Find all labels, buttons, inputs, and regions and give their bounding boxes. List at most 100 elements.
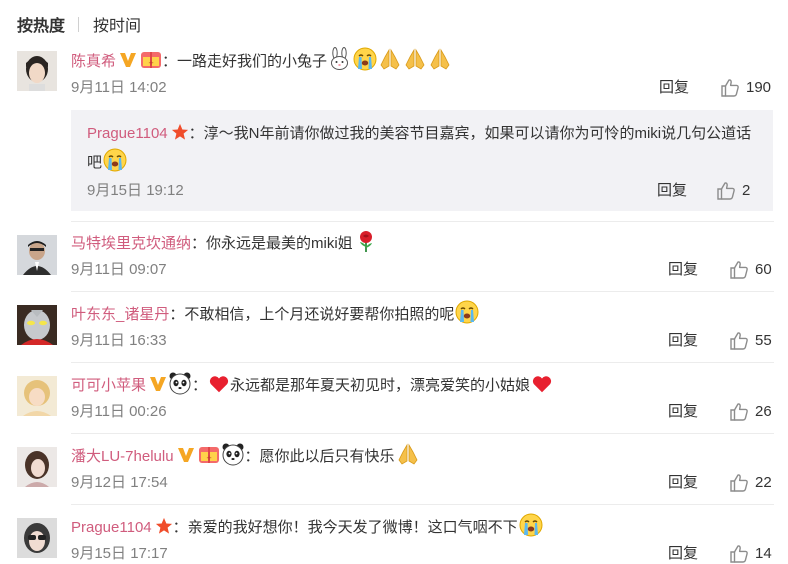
- comment-username[interactable]: 马特埃里克坎通纳: [71, 235, 191, 252]
- like-count: 190: [746, 79, 772, 96]
- gift-badge-icon[interactable]: [140, 49, 162, 69]
- comment-username[interactable]: 潘大LU-7helulu: [71, 448, 174, 465]
- comment-meta: 9月15日 17:17 回复 14: [71, 544, 774, 564]
- thumbs-up-icon: [729, 260, 749, 280]
- tab-sort-by-time[interactable]: 按时间: [93, 12, 141, 36]
- crying-face-emoji: [353, 47, 377, 71]
- sub-reply-text-line: Prague1104 ：淳～我N年前请你做过我的美容节目嘉宾，如果可以请你为可怜的…: [87, 120, 753, 177]
- like-count: 22: [755, 474, 772, 491]
- comment-text: 永远都是那年夏天初见时，漂亮爱笑的小姑娘: [230, 377, 531, 394]
- vip-v-icon[interactable]: [177, 446, 195, 464]
- thumbs-up-icon: [716, 181, 736, 201]
- like-button[interactable]: 26: [729, 402, 772, 422]
- comment-text: ：你永远是最美的miki姐: [191, 235, 353, 252]
- reply-button[interactable]: 回复: [657, 181, 687, 201]
- comment-meta: 9月11日 14:02 回复 190: [71, 78, 774, 98]
- avatar[interactable]: [17, 305, 57, 345]
- reply-button[interactable]: 回复: [668, 402, 698, 422]
- reply-button[interactable]: 回复: [668, 473, 698, 493]
- avatar[interactable]: [17, 447, 57, 487]
- reply-button[interactable]: 回复: [668, 544, 698, 564]
- comment-meta: 9月12日 17:54 回复 22: [71, 473, 774, 493]
- like-count: 2: [742, 182, 751, 199]
- sub-reply-time: 9月15日 19:12: [87, 182, 184, 199]
- comment-time: 9月11日 14:02: [71, 79, 167, 96]
- star-badge-icon[interactable]: [155, 517, 173, 535]
- rose-emoji: [354, 229, 378, 253]
- reply-button[interactable]: 回复: [668, 260, 698, 280]
- comment-meta: 9月11日 09:07 回复 60: [71, 260, 774, 280]
- comment-item: 叶东东_诸星丹：不敢相信，上个月还说好要帮你拍照的呢 9月11日 16:33 回…: [0, 300, 788, 360]
- avatar[interactable]: [17, 51, 57, 91]
- pray-hands-emoji: [396, 442, 420, 466]
- sub-reply-username[interactable]: Prague1104: [87, 125, 168, 142]
- panda-emoji: [168, 371, 192, 395]
- comment-item: 马特埃里克坎通纳：你永远是最美的miki姐 9月11日 09:07 回复 60: [0, 229, 788, 289]
- comment-text: ：一路走好我们的小兔子: [162, 53, 328, 70]
- comment-time: 9月15日 17:17: [71, 545, 168, 562]
- comment-username[interactable]: 叶东东_诸星丹: [71, 306, 169, 323]
- comment-item: 陈真希 ：一路走好我们的小兔子 9月11日 14:02 回复 190: [0, 47, 788, 111]
- comment-text-line: 叶东东_诸星丹：不敢相信，上个月还说好要帮你拍照的呢: [71, 300, 774, 326]
- thumbs-up-icon: [729, 331, 749, 351]
- comment-divider: [71, 504, 774, 505]
- sub-reply-meta: 9月15日 19:12 回复 2: [87, 181, 757, 201]
- avatar[interactable]: [17, 235, 57, 275]
- crying-face-emoji: [519, 513, 543, 537]
- comment-username[interactable]: 可可小苹果: [71, 377, 146, 394]
- tab-sort-by-hot[interactable]: 按热度: [17, 12, 65, 36]
- comment-text-line: 可可小苹果 ： 永远都是那年夏天初见时，漂亮爱笑的小姑娘: [71, 371, 774, 397]
- like-button[interactable]: 60: [729, 260, 772, 280]
- crying-face-emoji: [103, 148, 127, 172]
- crying-face-emoji: [455, 300, 479, 324]
- comment-username[interactable]: Prague1104: [71, 519, 152, 536]
- thumbs-up-icon: [729, 544, 749, 564]
- thumbs-up-icon: [729, 473, 749, 493]
- comment-text-line: 马特埃里克坎通纳：你永远是最美的miki姐: [71, 229, 774, 255]
- like-button[interactable]: 55: [729, 331, 772, 351]
- comment-meta: 9月11日 16:33 回复 55: [71, 331, 774, 351]
- reply-button[interactable]: 回复: [668, 331, 698, 351]
- sub-reply-box: Prague1104 ：淳～我N年前请你做过我的美容节目嘉宾，如果可以请你为可怜的…: [71, 110, 773, 211]
- heart-emoji: [208, 373, 230, 395]
- star-badge-icon[interactable]: [171, 123, 189, 141]
- vip-v-icon[interactable]: [149, 375, 167, 393]
- like-button[interactable]: 2: [716, 181, 750, 201]
- comment-text-line: 潘大LU-7helulu ：愿你此以后只有快乐: [71, 442, 774, 468]
- vip-v-icon[interactable]: [119, 51, 137, 69]
- comment-divider: [71, 291, 774, 292]
- comment-text-line: Prague1104 ：亲爱的我好想你！我今天发了微博！这口气咽不下: [71, 513, 774, 539]
- sort-tabs: 按热度 按时间: [17, 13, 141, 35]
- colon: ：: [192, 377, 208, 394]
- rabbit-emoji: [328, 47, 352, 71]
- comment-time: 9月12日 17:54: [71, 474, 168, 491]
- thumbs-up-icon: [729, 402, 749, 422]
- like-count: 55: [755, 332, 772, 349]
- comment-divider: [71, 433, 774, 434]
- gift-badge-icon[interactable]: [198, 444, 220, 464]
- heart-emoji: [531, 373, 553, 395]
- like-count: 60: [755, 261, 772, 278]
- comment-time: 9月11日 16:33: [71, 332, 167, 349]
- pray-hands-emoji: [378, 47, 402, 71]
- thumbs-up-icon: [720, 78, 740, 98]
- like-button[interactable]: 190: [720, 78, 771, 98]
- comment-meta: 9月11日 00:26 回复 26: [71, 402, 774, 422]
- like-button[interactable]: 14: [729, 544, 772, 564]
- comment-username[interactable]: 陈真希: [71, 53, 116, 70]
- comment-time: 9月11日 09:07: [71, 261, 167, 278]
- pray-hands-emoji: [428, 47, 452, 71]
- comment-item: 潘大LU-7helulu ：愿你此以后只有快乐 9月12日 17:54 回复 22: [0, 442, 788, 502]
- comment-divider: [71, 221, 774, 222]
- like-count: 14: [755, 545, 772, 562]
- avatar[interactable]: [17, 376, 57, 416]
- reply-button[interactable]: 回复: [659, 78, 689, 98]
- comment-divider: [71, 362, 774, 363]
- avatar[interactable]: [17, 518, 57, 558]
- like-button[interactable]: 22: [729, 473, 772, 493]
- comment-text-line: 陈真希 ：一路走好我们的小兔子: [71, 47, 774, 73]
- comment-item: Prague1104 ：亲爱的我好想你！我今天发了微博！这口气咽不下 9月15日 …: [0, 513, 788, 559]
- comment-text: ：亲爱的我好想你！我今天发了微博！这口气咽不下: [172, 519, 518, 536]
- like-count: 26: [755, 403, 772, 420]
- comment-text: ：愿你此以后只有快乐: [244, 448, 395, 465]
